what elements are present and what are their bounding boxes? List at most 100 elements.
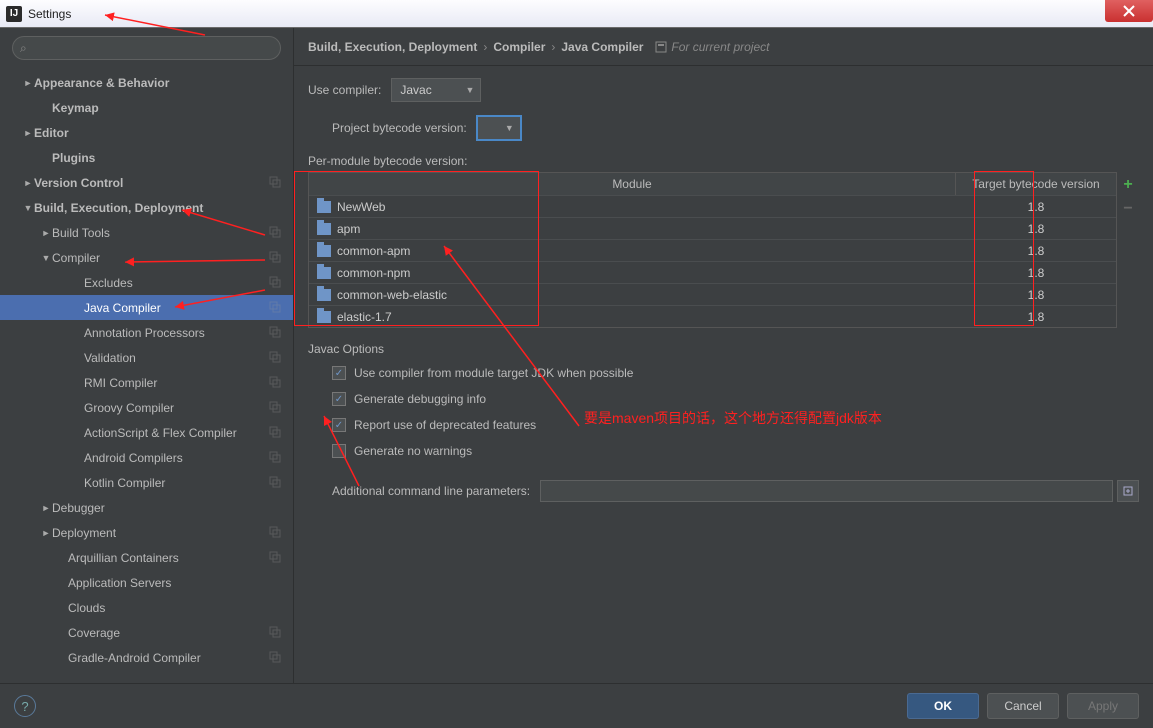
help-button[interactable]: ? [14,695,36,717]
chevron-down-icon: ▼ [465,85,474,95]
tree-item-application-servers[interactable]: Application Servers [0,570,293,595]
checkbox[interactable] [332,444,346,458]
content: Use compiler: Javac ▼ Project bytecode v… [294,66,1153,683]
project-badge-icon [269,301,283,315]
ok-button[interactable]: OK [907,693,979,719]
table-row[interactable]: apm1.8 [309,217,1116,239]
project-badge-icon [269,426,283,440]
cancel-button[interactable]: Cancel [987,693,1059,719]
tree-item-compiler[interactable]: ▼Compiler [0,245,293,270]
project-badge-icon [269,226,283,240]
tree-item-version-control[interactable]: ►Version Control [0,170,293,195]
tree-item-deployment[interactable]: ►Deployment [0,520,293,545]
checkbox-label: Generate debugging info [354,392,486,406]
project-badge-icon [269,476,283,490]
tree-item-kotlin-compiler[interactable]: Kotlin Compiler [0,470,293,495]
module-icon [317,267,331,279]
tree-item-validation[interactable]: Validation [0,345,293,370]
tree-arrow-icon: ► [40,528,52,538]
tree-item-groovy-compiler[interactable]: Groovy Compiler [0,395,293,420]
checkbox[interactable] [332,418,346,432]
param-label: Additional command line parameters: [332,484,530,498]
tree-item-gradle-android-compiler[interactable]: Gradle-Android Compiler [0,645,293,670]
table-row[interactable]: common-apm1.8 [309,239,1116,261]
project-bytecode-label: Project bytecode version: [332,121,467,135]
per-module-label: Per-module bytecode version: [308,154,1139,168]
apply-button: Apply [1067,693,1139,719]
tree-item-rmi-compiler[interactable]: RMI Compiler [0,370,293,395]
table-row[interactable]: common-npm1.8 [309,261,1116,283]
tree-item-excludes[interactable]: Excludes [0,270,293,295]
col-module: Module [309,173,956,195]
project-badge-icon [269,551,283,565]
tree-item-editor[interactable]: ►Editor [0,120,293,145]
javac-options-label: Javac Options [308,342,1139,356]
project-badge-icon [269,451,283,465]
remove-module-button: − [1123,200,1132,218]
tree-item-arquillian-containers[interactable]: Arquillian Containers [0,545,293,570]
project-bytecode-select[interactable]: ▼ [477,116,521,140]
footer: ? OK Cancel Apply [0,683,1153,728]
tree-arrow-icon: ► [22,78,34,88]
checkbox-label: Use compiler from module target JDK when… [354,366,633,380]
tree-item-build-execution-deployment[interactable]: ▼Build, Execution, Deployment [0,195,293,220]
tree-item-java-compiler[interactable]: Java Compiler [0,295,293,320]
module-icon [317,201,331,213]
checkbox-label: Report use of deprecated features [354,418,536,432]
titlebar: IJ Settings [0,0,1153,28]
use-compiler-label: Use compiler: [308,83,381,97]
tree-item-plugins[interactable]: Plugins [0,145,293,170]
tree-arrow-icon: ► [40,503,52,513]
tree-item-debugger[interactable]: ►Debugger [0,495,293,520]
main-panel: Build, Execution, Deployment › Compiler … [294,28,1153,683]
table-row[interactable]: NewWeb1.8 [309,195,1116,217]
project-badge-icon [269,526,283,540]
module-table: Module Target bytecode version NewWeb1.8… [308,172,1117,328]
settings-tree: ►Appearance & BehaviorKeymap►EditorPlugi… [0,64,293,683]
tree-arrow-icon: ▼ [40,253,52,263]
module-icon [317,289,331,301]
add-module-button[interactable]: + [1123,176,1132,194]
project-badge-icon [269,351,283,365]
expand-params-button[interactable] [1117,480,1139,502]
project-badge-icon [269,276,283,290]
sidebar: ⌕ ►Appearance & BehaviorKeymap►EditorPlu… [0,28,294,683]
tree-item-coverage[interactable]: Coverage [0,620,293,645]
project-badge-icon [269,651,283,665]
table-row[interactable]: common-web-elastic1.8 [309,283,1116,305]
project-badge-icon [269,326,283,340]
checkbox[interactable] [332,392,346,406]
module-icon [317,245,331,257]
checkbox[interactable] [332,366,346,380]
tree-item-keymap[interactable]: Keymap [0,95,293,120]
project-badge-icon [269,376,283,390]
window-title: Settings [28,7,71,21]
project-scope-hint: For current project [655,40,769,54]
tree-item-annotation-processors[interactable]: Annotation Processors [0,320,293,345]
search-input[interactable] [12,36,281,60]
tree-item-appearance-behavior[interactable]: ►Appearance & Behavior [0,70,293,95]
tree-item-android-compilers[interactable]: Android Compilers [0,445,293,470]
app-icon: IJ [6,6,22,22]
col-target: Target bytecode version [956,173,1116,195]
tree-item-clouds[interactable]: Clouds [0,595,293,620]
tree-arrow-icon: ► [22,178,34,188]
use-compiler-select[interactable]: Javac ▼ [391,78,481,102]
project-badge-icon [269,626,283,640]
param-input[interactable] [540,480,1113,502]
project-badge-icon [269,401,283,415]
breadcrumb: Build, Execution, Deployment › Compiler … [294,28,1153,66]
checkbox-label: Generate no warnings [354,444,472,458]
tree-arrow-icon: ▼ [22,203,34,213]
table-row[interactable]: elastic-1.71.8 [309,305,1116,327]
module-icon [317,223,331,235]
module-icon [317,311,331,323]
project-badge-icon [269,176,283,190]
tree-arrow-icon: ► [40,228,52,238]
chevron-down-icon: ▼ [505,123,514,133]
project-badge-icon [269,251,283,265]
tree-arrow-icon: ► [22,128,34,138]
tree-item-actionscript-flex-compiler[interactable]: ActionScript & Flex Compiler [0,420,293,445]
tree-item-build-tools[interactable]: ►Build Tools [0,220,293,245]
close-button[interactable] [1105,0,1153,22]
